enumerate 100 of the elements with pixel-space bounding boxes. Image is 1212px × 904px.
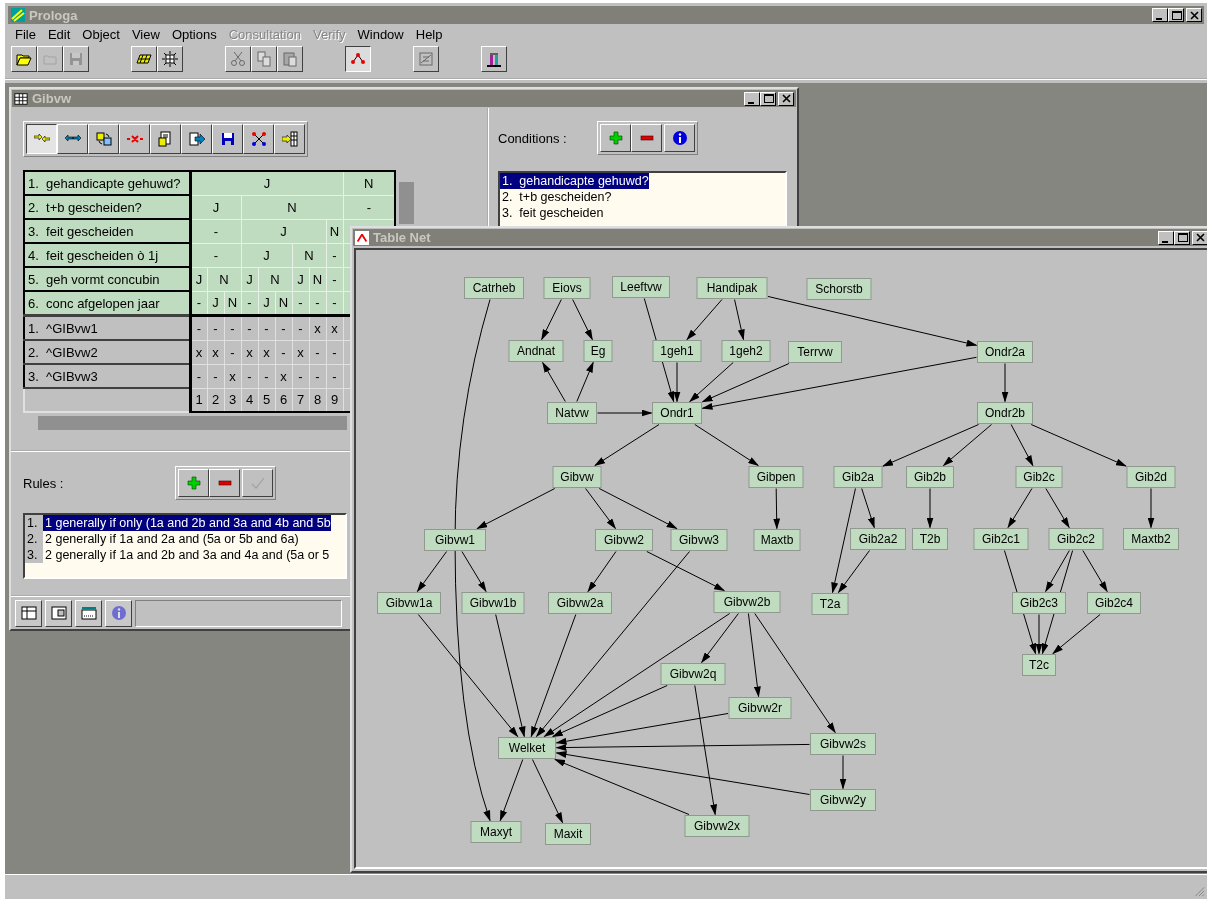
tree-diagram-button[interactable] bbox=[345, 46, 371, 72]
condition-item[interactable]: 2. t+b gescheiden? bbox=[500, 189, 612, 205]
crosshair-grid-button[interactable] bbox=[157, 46, 183, 72]
edge-arrow bbox=[694, 424, 760, 467]
menu-item[interactable]: Options bbox=[165, 26, 223, 42]
edge-arrow bbox=[773, 488, 781, 530]
grid-icon bbox=[136, 51, 152, 67]
graph-node: Natvw bbox=[547, 402, 597, 424]
info-icon bbox=[671, 130, 688, 146]
export-button[interactable] bbox=[181, 124, 212, 154]
menu-item[interactable]: Edit bbox=[41, 26, 77, 42]
condition-item[interactable]: 1. gehandicapte gehuwd? bbox=[500, 173, 649, 189]
window-title: Table Net bbox=[373, 230, 432, 245]
pillar-button[interactable] bbox=[481, 46, 507, 72]
graph-node: Gibvw2s bbox=[810, 733, 876, 755]
grid-button[interactable] bbox=[131, 46, 157, 72]
graph-node: Andnat bbox=[508, 340, 564, 362]
close-button[interactable] bbox=[1192, 230, 1207, 245]
minimize-button[interactable] bbox=[1158, 230, 1174, 245]
menu-item[interactable]: Window bbox=[351, 26, 410, 42]
window-button[interactable] bbox=[45, 599, 72, 627]
copy-icon bbox=[256, 51, 272, 67]
condition-item[interactable]: 3. feit gescheiden bbox=[500, 205, 604, 221]
graph-node: Maxtb2 bbox=[1123, 528, 1179, 550]
graph-node: Gibvw bbox=[552, 466, 602, 488]
maximize-button[interactable] bbox=[1174, 230, 1190, 245]
edge-arrow bbox=[861, 488, 875, 529]
edge-arrow bbox=[926, 488, 934, 529]
scrollbar[interactable] bbox=[399, 182, 415, 224]
plus-button[interactable] bbox=[600, 124, 631, 152]
swap-button[interactable] bbox=[88, 124, 119, 154]
graph-node: Gibvw2 bbox=[595, 529, 653, 551]
document-button[interactable] bbox=[150, 124, 181, 154]
section-label: Conditions : bbox=[498, 130, 568, 146]
graph-node: Maxit bbox=[545, 823, 591, 845]
close-button[interactable] bbox=[778, 91, 794, 106]
graph-node: Maxyt bbox=[470, 821, 522, 843]
info-icon bbox=[110, 605, 127, 621]
rule-item[interactable]: 1 generally if only (1a and 2b and 3a and 4b and 5b bbox=[43, 515, 331, 531]
close-icon bbox=[1193, 231, 1207, 244]
graph-node: Eiovs bbox=[543, 277, 591, 299]
keyboard-button[interactable] bbox=[75, 599, 102, 627]
arrows-inward-button[interactable] bbox=[26, 124, 57, 154]
menu-item[interactable]: Object bbox=[76, 26, 126, 42]
maximize-button[interactable] bbox=[1168, 8, 1184, 22]
scrollbar[interactable] bbox=[38, 416, 347, 430]
arrows-outward-button[interactable] bbox=[57, 124, 88, 154]
minus-button[interactable] bbox=[209, 469, 240, 497]
maximize-icon bbox=[1175, 231, 1189, 244]
plus-button[interactable] bbox=[178, 469, 209, 497]
graph-node: Leeftvw bbox=[612, 276, 670, 298]
floppy-disk-button[interactable] bbox=[212, 124, 243, 154]
condition-label: 3. feit gescheiden bbox=[24, 219, 190, 243]
open-folder-button[interactable] bbox=[11, 46, 37, 72]
rule-item[interactable]: 2 generally if 1a and 2b and 3a and 4a and (5a or 5 bbox=[43, 547, 330, 563]
edge-arrow bbox=[542, 361, 566, 402]
minus-button[interactable] bbox=[631, 124, 662, 152]
maximize-button[interactable] bbox=[760, 91, 776, 106]
rule-number: 2. bbox=[25, 531, 43, 547]
rules-list[interactable]: 1. 1 generally if only (1a and 2b and 3a and 4b and 5b 2. 2 generally if 1a and 2a and (5a or 5b and 6a) 3. 2 generally if 1a and 2b and 3a and 4a and (5a or 5 bbox=[23, 513, 347, 579]
graph-node: T2c bbox=[1022, 654, 1056, 676]
app-icon bbox=[10, 7, 26, 23]
check-icon bbox=[249, 475, 266, 491]
graph-node: Gibvw2b bbox=[713, 591, 781, 613]
minimize-button[interactable] bbox=[1152, 8, 1168, 22]
network-button[interactable] bbox=[243, 124, 274, 154]
condition-label: 2. t+b gescheiden? bbox=[24, 195, 190, 219]
condition-value-cell: N bbox=[241, 195, 344, 219]
edge-arrow bbox=[499, 759, 524, 822]
graph-node: Gib2c bbox=[1015, 466, 1063, 488]
graph-node: Catrheb bbox=[464, 277, 524, 299]
close-button[interactable] bbox=[1186, 8, 1202, 22]
rule-number: 1. bbox=[25, 515, 43, 531]
tree-diagram-icon bbox=[350, 51, 366, 67]
menu-item[interactable]: Help bbox=[409, 26, 449, 42]
graph-node: Ondr2a bbox=[977, 341, 1033, 363]
graph-node: Eg bbox=[583, 340, 613, 362]
graph-node: Gibvw2x bbox=[684, 815, 750, 837]
graph-node: Gib2c1 bbox=[973, 528, 1029, 550]
edge-arrow bbox=[576, 361, 594, 402]
condition-value-cell: J bbox=[190, 171, 344, 195]
maximize-icon bbox=[761, 92, 775, 105]
conditions-list[interactable]: 1. gehandicapte gehuwd? 2. t+b gescheiden? 3. feit gescheiden bbox=[498, 171, 787, 228]
zigzag-icon bbox=[418, 51, 434, 67]
graph-node: Gib2d bbox=[1126, 466, 1176, 488]
minimize-button[interactable] bbox=[744, 91, 760, 106]
table-arrow-button[interactable] bbox=[274, 124, 305, 154]
action-label: 1. ^GIBvw1 bbox=[24, 315, 190, 340]
rule-number: 3. bbox=[25, 547, 43, 563]
menu-item[interactable]: View bbox=[125, 26, 166, 42]
edge-arrow bbox=[839, 755, 847, 790]
export-icon bbox=[188, 131, 205, 147]
condition-label: 4. feit gescheiden ò 1j bbox=[24, 243, 190, 267]
menu-item[interactable]: File bbox=[9, 26, 42, 42]
info-button[interactable] bbox=[664, 124, 695, 152]
graph-node: Gib2a bbox=[833, 466, 883, 488]
rule-item[interactable]: 2 generally if 1a and 2a and (5a or 5b and 6a) bbox=[43, 531, 299, 547]
table-button[interactable] bbox=[15, 599, 42, 627]
cross-button[interactable] bbox=[119, 124, 150, 154]
graph-node: Gibvw2r bbox=[728, 697, 792, 719]
